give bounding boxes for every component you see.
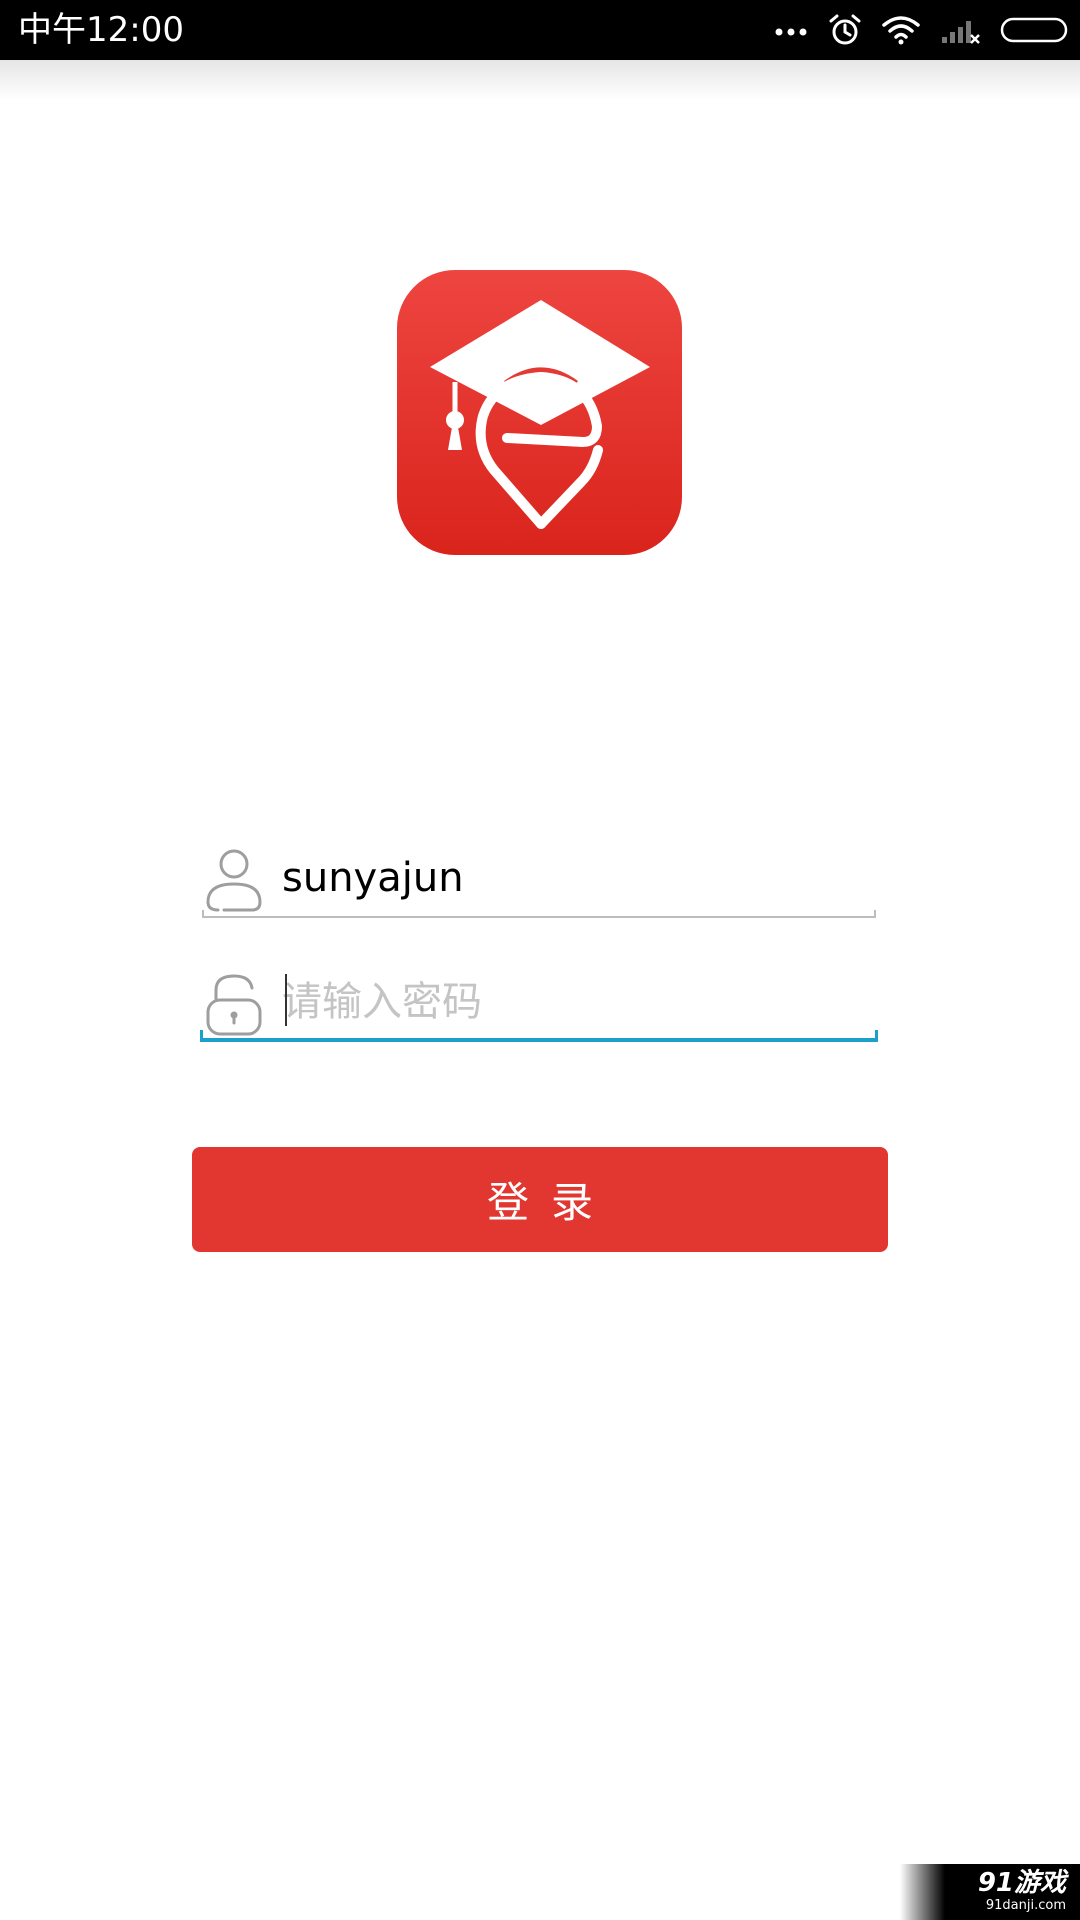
- wifi-icon: [882, 15, 920, 45]
- user-icon: [202, 848, 266, 914]
- alarm-icon: [828, 13, 862, 47]
- username-field[interactable]: [202, 838, 876, 918]
- login-button[interactable]: 登录: [192, 1147, 888, 1252]
- password-underline-focused: [200, 1030, 878, 1042]
- app-logo: [397, 270, 682, 555]
- text-caret: [285, 974, 287, 1026]
- header-shadow: [0, 60, 1080, 100]
- status-bar: 中午12:00: [0, 0, 1080, 60]
- password-field[interactable]: [200, 962, 878, 1042]
- status-time: 中午12:00: [18, 10, 184, 50]
- username-input[interactable]: [282, 838, 862, 918]
- status-icons: [774, 0, 1070, 60]
- watermark: 91游戏 91danji.com: [900, 1864, 1080, 1920]
- signal-no-sim-icon: [940, 15, 980, 45]
- watermark-logo: 91游戏: [977, 1868, 1066, 1898]
- more-dots-icon: [774, 23, 808, 37]
- watermark-url: 91danji.com: [985, 1898, 1066, 1913]
- username-underline: [202, 910, 876, 918]
- lock-icon: [202, 972, 266, 1038]
- battery-icon: [1000, 15, 1070, 45]
